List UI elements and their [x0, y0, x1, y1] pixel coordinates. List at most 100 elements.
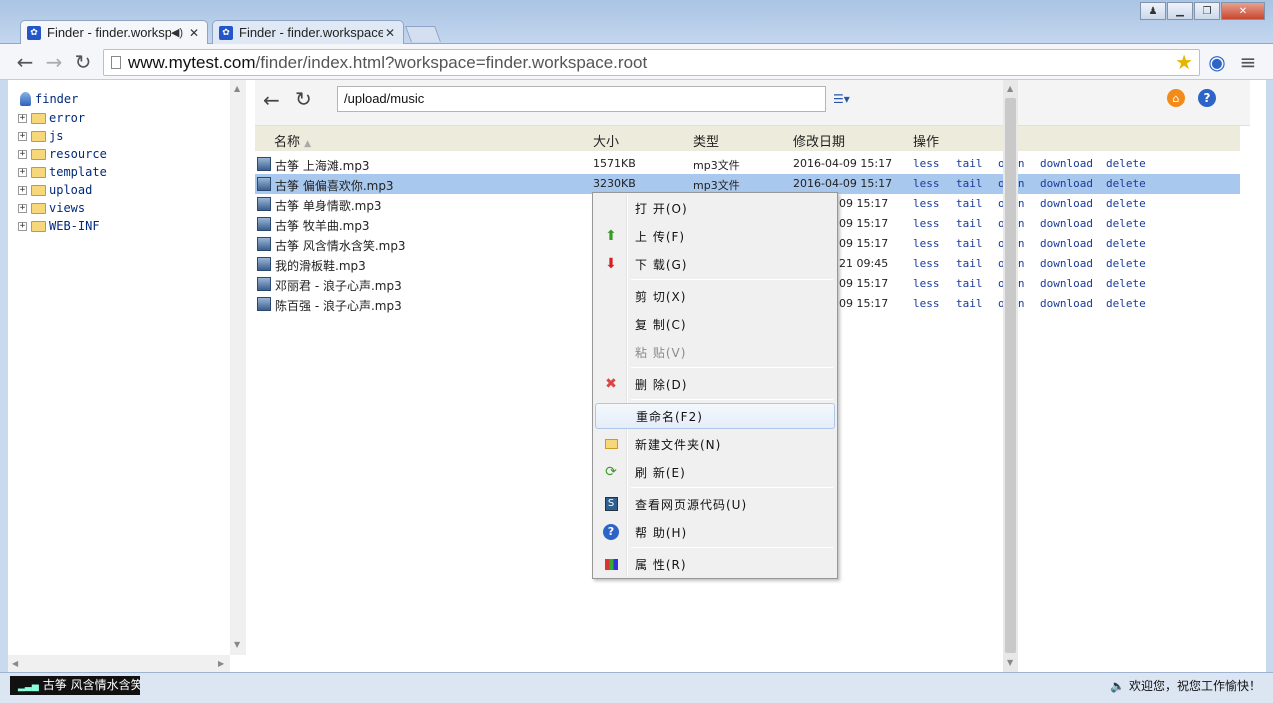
tab-finder[interactable]: ✿ Finder - finder.workspace.root ✕ — [212, 20, 404, 44]
table-row[interactable]: 古筝 偏偏喜欢你.mp3 3230KB mp3文件 2016-04-09 15:… — [255, 174, 1240, 194]
col-header-size[interactable]: 大小 — [593, 131, 619, 150]
tab-close-icon[interactable]: ✕ — [187, 26, 201, 40]
col-header-type[interactable]: 类型 — [693, 131, 719, 150]
col-header-name[interactable]: 名称 ▲ — [274, 131, 311, 150]
reload-icon[interactable]: ↻ — [72, 50, 94, 74]
scroll-down-icon[interactable]: ▼ — [1007, 658, 1013, 667]
back-arrow-icon[interactable]: ← — [263, 88, 280, 112]
path-input[interactable]: /upload/music — [337, 86, 826, 112]
action-download[interactable]: download — [1040, 297, 1093, 310]
menu-item-new-folder[interactable]: 新建文件夹(N) — [595, 431, 835, 457]
action-less[interactable]: less — [913, 257, 940, 270]
action-delete[interactable]: delete — [1106, 197, 1146, 210]
home-icon[interactable]: ⌂ — [1167, 89, 1185, 107]
music-player[interactable]: ▂▃▅ 古筝 风含情水含笑 — [10, 676, 140, 695]
close-button[interactable]: ✕ — [1221, 2, 1265, 20]
main-vertical-scrollbar[interactable]: ▲ ▼ — [1003, 80, 1018, 672]
action-less[interactable]: less — [913, 297, 940, 310]
refresh-icon[interactable]: ↻ — [295, 87, 312, 111]
action-download[interactable]: download — [1040, 197, 1093, 210]
action-download[interactable]: download — [1040, 157, 1093, 170]
expand-icon[interactable]: + — [18, 203, 27, 213]
action-less[interactable]: less — [913, 157, 940, 170]
menu-item-delete[interactable]: ✖ 删 除(D) — [595, 371, 835, 397]
menu-item-upload[interactable]: ⬆ 上 传(F) — [595, 223, 835, 249]
expand-icon[interactable]: + — [18, 149, 27, 159]
action-tail[interactable]: tail — [956, 197, 983, 210]
expand-icon[interactable]: + — [18, 167, 27, 177]
file-name[interactable]: 古筝 牧羊曲.mp3 — [275, 217, 370, 234]
tab-close-icon[interactable]: ✕ — [383, 26, 397, 40]
expand-icon[interactable]: + — [18, 185, 27, 195]
action-tail[interactable]: tail — [956, 157, 983, 170]
action-download[interactable]: download — [1040, 277, 1093, 290]
action-delete[interactable]: delete — [1106, 157, 1146, 170]
action-less[interactable]: less — [913, 177, 940, 190]
tree-item-upload[interactable]: + upload — [18, 181, 92, 199]
expand-icon[interactable]: + — [18, 131, 27, 141]
scroll-left-icon[interactable]: ◀ — [12, 659, 18, 668]
tree-item-web-inf[interactable]: + WEB-INF — [18, 217, 100, 235]
file-name[interactable]: 陈百强 - 浪子心声.mp3 — [275, 297, 402, 314]
tree-item-error[interactable]: + error — [18, 109, 85, 127]
menu-item-rename[interactable]: 重命名(F2) — [595, 403, 835, 429]
tree-item-js[interactable]: + js — [18, 127, 63, 145]
back-arrow-icon[interactable]: ← — [14, 50, 36, 74]
action-download[interactable]: download — [1040, 237, 1093, 250]
forward-arrow-icon[interactable]: → — [43, 50, 65, 74]
maximize-button[interactable]: ❐ — [1194, 2, 1220, 20]
help-icon[interactable]: ? — [1198, 89, 1216, 107]
tab-finder-active[interactable]: ✿ Finder - finder.workspace.root ◀) ✕ — [20, 20, 208, 44]
menu-item-open[interactable]: 打 开(O) — [595, 195, 835, 221]
bookmark-star-icon[interactable]: ★ — [1175, 51, 1193, 76]
menu-item-copy[interactable]: 复 制(C) — [595, 311, 835, 337]
tree-vertical-scrollbar[interactable]: ▲ ▼ — [230, 80, 246, 655]
speaker-icon[interactable]: 🔈 — [1110, 679, 1125, 693]
file-name[interactable]: 古筝 偏偏喜欢你.mp3 — [275, 177, 394, 194]
tree-item-template[interactable]: + template — [18, 163, 107, 181]
action-delete[interactable]: delete — [1106, 177, 1146, 190]
action-less[interactable]: less — [913, 217, 940, 230]
view-mode-icon[interactable]: ☰▾ — [833, 92, 855, 106]
scroll-right-icon[interactable]: ▶ — [218, 659, 224, 668]
action-delete[interactable]: delete — [1106, 237, 1146, 250]
action-less[interactable]: less — [913, 197, 940, 210]
menu-item-paste[interactable]: 粘 贴(V) — [595, 339, 835, 365]
action-less[interactable]: less — [913, 237, 940, 250]
menu-icon[interactable]: ≡ — [1237, 50, 1259, 74]
user-icon[interactable]: ♟ — [1140, 2, 1166, 20]
tree-horizontal-scrollbar[interactable]: ◀ ▶ — [8, 655, 230, 672]
file-name[interactable]: 古筝 风含情水含笑.mp3 — [275, 237, 406, 254]
action-delete[interactable]: delete — [1106, 217, 1146, 230]
action-tail[interactable]: tail — [956, 277, 983, 290]
action-tail[interactable]: tail — [956, 257, 983, 270]
action-tail[interactable]: tail — [956, 177, 983, 190]
menu-item-properties[interactable]: 属 性(R) — [595, 551, 835, 577]
action-tail[interactable]: tail — [956, 297, 983, 310]
action-delete[interactable]: delete — [1106, 297, 1146, 310]
action-less[interactable]: less — [913, 277, 940, 290]
scrollbar-thumb[interactable] — [1005, 98, 1016, 653]
file-name[interactable]: 邓丽君 - 浪子心声.mp3 — [275, 277, 402, 294]
address-bar[interactable]: www.mytest.com/finder/index.html?workspa… — [103, 49, 1200, 76]
menu-item-refresh[interactable]: ⟳ 刷 新(E) — [595, 459, 835, 485]
tree-root[interactable]: finder — [20, 92, 78, 106]
expand-icon[interactable]: + — [18, 113, 27, 123]
action-tail[interactable]: tail — [956, 217, 983, 230]
file-name[interactable]: 古筝 上海滩.mp3 — [275, 157, 370, 174]
menu-item-cut[interactable]: 剪 切(X) — [595, 283, 835, 309]
scroll-up-icon[interactable]: ▲ — [234, 84, 240, 93]
tree-item-views[interactable]: + views — [18, 199, 85, 217]
minimize-button[interactable]: ▁ — [1167, 2, 1193, 20]
scroll-down-icon[interactable]: ▼ — [234, 640, 240, 649]
file-name[interactable]: 古筝 单身情歌.mp3 — [275, 197, 382, 214]
action-download[interactable]: download — [1040, 257, 1093, 270]
globe-extension-icon[interactable]: ◉ — [1206, 50, 1228, 74]
action-download[interactable]: download — [1040, 177, 1093, 190]
col-header-date[interactable]: 修改日期 — [793, 131, 845, 150]
action-delete[interactable]: delete — [1106, 277, 1146, 290]
tree-item-resource[interactable]: + resource — [18, 145, 107, 163]
new-tab-button[interactable] — [405, 26, 441, 42]
scroll-up-icon[interactable]: ▲ — [1007, 84, 1013, 93]
menu-item-help[interactable]: ? 帮 助(H) — [595, 519, 835, 545]
